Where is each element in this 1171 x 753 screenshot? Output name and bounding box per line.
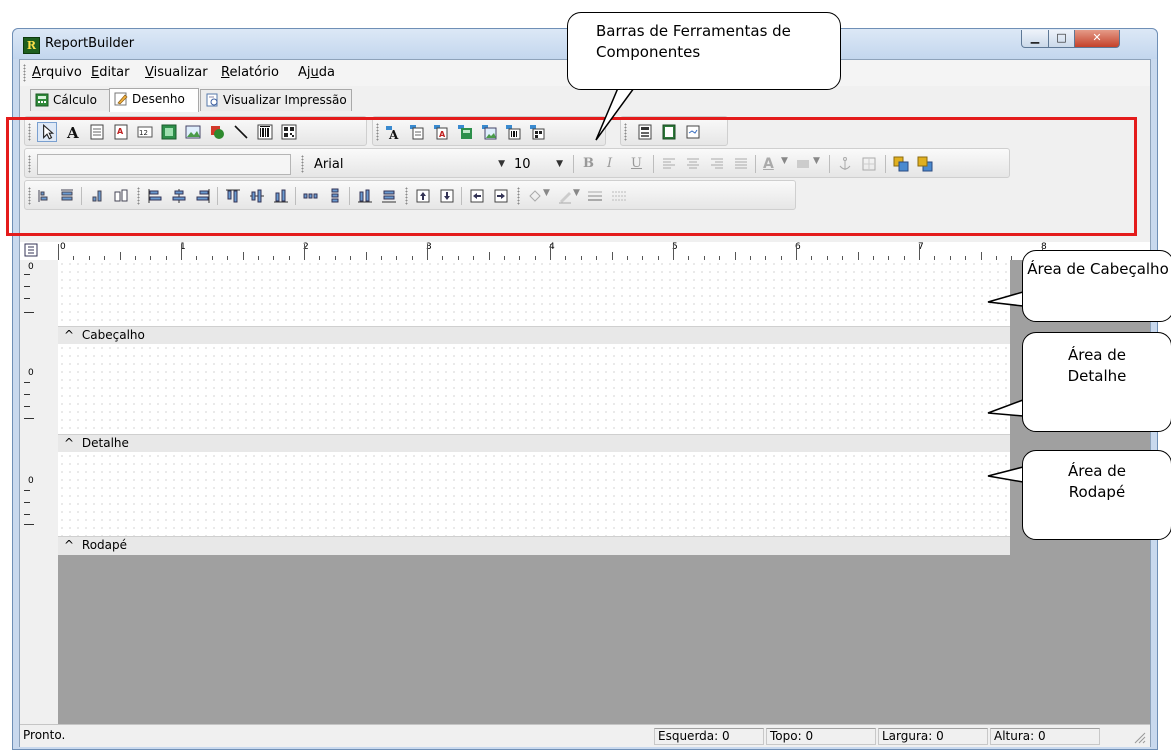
report-design-area: 0 0 0 ^ Cabeçalho ^ Detalhe ^ Rodapé [20,260,1150,740]
status-message: Pronto. [23,728,66,742]
ruler-tick [58,244,59,260]
detail-band-bar[interactable]: ^ Detalhe [58,434,1010,453]
ruler-tick [550,244,551,260]
vruler-tick [24,394,30,395]
pencil-icon [114,92,128,106]
status-top: Topo: 0 [766,728,876,745]
vruler-mark: 0 [28,262,34,272]
menu-visualizar-label: isualizar [153,65,208,80]
ruler-tick [734,252,736,260]
menu-editar[interactable]: Editar [91,65,130,80]
footer-band-bar[interactable]: ^ Rodapé [58,536,1010,555]
header-band-area[interactable] [58,260,1010,326]
vruler-tick [24,418,34,419]
header-band-bar[interactable]: ^ Cabeçalho [58,326,1010,345]
band-caret-icon: ^ [64,328,75,342]
callout-footer-area: Área de Rodapé [1022,450,1171,540]
menu-ajuda-label-b: da [318,65,335,80]
callout-header-area: Área de Cabeçalho [1022,250,1171,322]
close-button[interactable]: ✕ [1074,30,1120,48]
ruler-tick [857,252,859,260]
vruler-tick [24,524,34,525]
callout-toolbars: Barras de Ferramentas de Componentes [567,12,841,90]
ruler-tick [796,244,797,260]
callout-detail-area: Área de Detalhe [1022,332,1171,432]
vruler-tick [24,382,30,383]
vruler-tick [24,514,30,515]
ruler-tick [673,244,674,260]
tab-visualizar-impressao-label: Visualizar Impressão [223,93,347,107]
ruler-tick [304,244,305,260]
ruler-tick [427,244,428,260]
ruler-tick [365,252,367,260]
status-width: Largura: 0 [878,728,988,745]
ruler-tick [242,252,244,260]
menu-editar-mnemonic: E [91,65,100,80]
menu-visualizar[interactable]: Visualizar [145,65,208,80]
vertical-ruler: 0 0 0 [20,260,58,740]
band-caret-icon: ^ [64,538,75,552]
vruler-mark: 0 [28,476,34,486]
ruler-tick [119,252,121,260]
vruler-tick [24,406,30,407]
ruler-tick [488,252,490,260]
menu-editar-label: ditar [99,65,130,80]
tab-visualizar-impressao[interactable]: Visualizar Impressão [200,89,352,111]
vruler-tick [24,286,30,287]
band-caret-icon: ^ [64,436,75,450]
vruler-tick [24,490,30,491]
detail-band-label: Detalhe [81,436,129,450]
footer-band-label: Rodapé [81,538,128,552]
tab-desenho[interactable]: Desenho [109,88,199,112]
resize-grip-icon[interactable] [1132,730,1146,744]
vruler-tick [24,298,30,299]
vruler-tick [24,502,30,503]
ruler-number: 0 [60,242,66,252]
menu-ajuda-label-a: Aj [298,65,311,80]
tab-desenho-label: Desenho [132,92,185,106]
maximize-button[interactable]: □ [1048,30,1075,48]
status-height: Altura: 0 [990,728,1100,745]
menu-grip[interactable] [23,64,26,82]
window-title: ReportBuilder [45,36,135,51]
status-bar: Pronto. Esquerda: 0 Topo: 0 Largura: 0 A… [20,724,1150,747]
header-band-label: Cabeçalho [81,328,145,342]
footer-band-area[interactable] [58,452,1010,536]
minimize-button[interactable]: ▁ [1021,30,1049,48]
menu-arquivo-mnemonic: A [32,65,41,80]
ruler-tick [181,244,182,260]
horizontal-ruler: 0 1 2 3 4 5 6 7 8 [20,242,1150,261]
tab-calculo-label: Cálculo [53,93,97,107]
menu-relatorio-label: elatório [229,65,279,80]
status-left: Esquerda: 0 [654,728,764,745]
menu-arquivo[interactable]: Arquivo [32,65,82,80]
ruler-toggle-icon[interactable] [24,243,38,257]
ruler-tick [611,252,613,260]
detail-band-area[interactable] [58,344,1010,434]
menu-arquivo-label: rquivo [40,65,82,80]
calc-icon [35,93,49,107]
vruler-mark: 0 [28,368,34,378]
menu-ajuda[interactable]: Ajuda [298,65,335,80]
menu-relatorio[interactable]: Relatório [221,65,279,80]
vruler-tick [24,312,34,313]
menu-ajuda-mnemonic: u [310,65,319,80]
vruler-tick [24,274,30,275]
toolbar-highlight-box [6,117,1137,236]
print-preview-icon [206,93,218,107]
ruler-tick [919,244,920,260]
app-logo-icon: R [23,37,40,54]
tab-calculo[interactable]: Cálculo [30,89,110,111]
ruler-tick [980,252,982,260]
menu-visualizar-mnemonic: V [145,65,154,80]
